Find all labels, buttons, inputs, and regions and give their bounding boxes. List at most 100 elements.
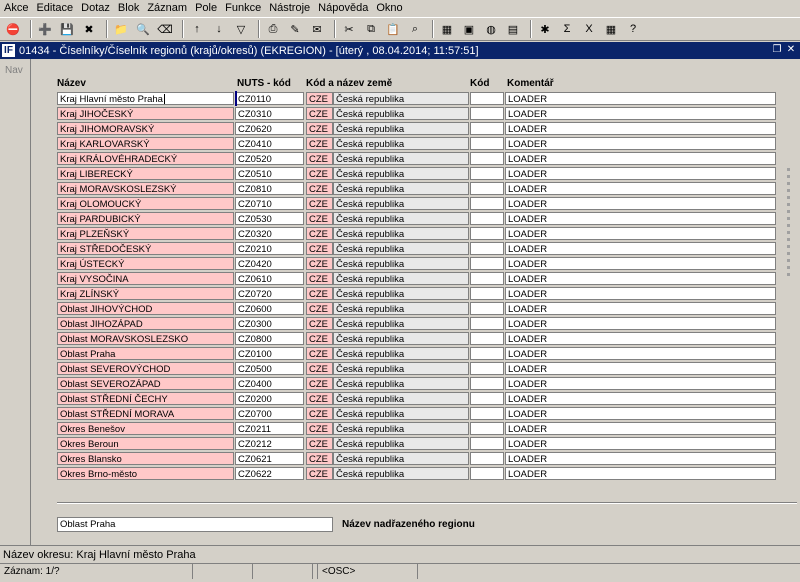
nuts-code-field[interactable]: CZ0621 [235, 452, 304, 465]
name-field[interactable]: Oblast SEVEROVÝCHOD [57, 362, 234, 375]
exit-icon[interactable]: ⛔ [4, 20, 22, 38]
name-field[interactable]: Oblast JIHOVÝCHOD [57, 302, 234, 315]
image-icon[interactable]: ▣ [460, 20, 478, 38]
name-field[interactable]: Kraj PARDUBICKÝ [57, 212, 234, 225]
cut-icon[interactable]: ✂ [340, 20, 358, 38]
code-field[interactable] [470, 257, 504, 270]
nuts-code-field[interactable]: CZ0600 [235, 302, 304, 315]
close-icon[interactable]: ✕ [785, 44, 797, 56]
country-code-field[interactable]: CZE [306, 152, 333, 165]
country-name-field[interactable]: Česká republika [333, 302, 469, 315]
menu-item[interactable]: Nástroje [265, 0, 314, 16]
edit-icon[interactable]: ✎ [286, 20, 304, 38]
comment-field[interactable]: LOADER [505, 167, 776, 180]
nuts-code-field[interactable]: CZ0310 [235, 107, 304, 120]
comment-field[interactable]: LOADER [505, 392, 776, 405]
country-name-field[interactable]: Česká republika [333, 92, 469, 105]
name-field[interactable]: Oblast SEVEROZÁPAD [57, 377, 234, 390]
code-field[interactable] [470, 242, 504, 255]
country-name-field[interactable]: Česká republika [333, 437, 469, 450]
clear-icon[interactable]: ⌫ [156, 20, 174, 38]
comment-field[interactable]: LOADER [505, 407, 776, 420]
country-code-field[interactable]: CZE [306, 257, 333, 270]
country-name-field[interactable]: Česká republika [333, 317, 469, 330]
comment-field[interactable]: LOADER [505, 272, 776, 285]
country-code-field[interactable]: CZE [306, 437, 333, 450]
code-field[interactable] [470, 137, 504, 150]
nuts-code-field[interactable]: CZ0510 [235, 167, 304, 180]
country-code-field[interactable]: CZE [306, 212, 333, 225]
code-field[interactable] [470, 452, 504, 465]
comment-field[interactable]: LOADER [505, 332, 776, 345]
country-name-field[interactable]: Česká republika [333, 122, 469, 135]
comment-field[interactable]: LOADER [505, 92, 776, 105]
comment-field[interactable]: LOADER [505, 467, 776, 480]
name-field[interactable]: Kraj Hlavní město Praha [57, 92, 234, 105]
mail-icon[interactable]: ✉ [308, 20, 326, 38]
country-code-field[interactable]: CZE [306, 407, 333, 420]
country-name-field[interactable]: Česká republika [333, 407, 469, 420]
country-name-field[interactable]: Česká republika [333, 227, 469, 240]
country-name-field[interactable]: Česká republika [333, 452, 469, 465]
code-field[interactable] [470, 92, 504, 105]
sort-asc-icon[interactable]: ↑ [188, 20, 206, 38]
comment-field[interactable]: LOADER [505, 212, 776, 225]
code-field[interactable] [470, 287, 504, 300]
name-field[interactable]: Okres Beroun [57, 437, 234, 450]
country-code-field[interactable]: CZE [306, 242, 333, 255]
country-code-field[interactable]: CZE [306, 317, 333, 330]
comment-field[interactable]: LOADER [505, 302, 776, 315]
folder-icon[interactable]: 📁 [112, 20, 130, 38]
country-code-field[interactable]: CZE [306, 302, 333, 315]
country-code-field[interactable]: CZE [306, 452, 333, 465]
country-name-field[interactable]: Česká republika [333, 167, 469, 180]
comment-field[interactable]: LOADER [505, 137, 776, 150]
name-field[interactable]: Kraj JIHOČESKÝ [57, 107, 234, 120]
name-field[interactable]: Oblast MORAVSKOSLEZSKO [57, 332, 234, 345]
nuts-code-field[interactable]: CZ0100 [235, 347, 304, 360]
code-field[interactable] [470, 317, 504, 330]
country-code-field[interactable]: CZE [306, 107, 333, 120]
nuts-code-field[interactable]: CZ0810 [235, 182, 304, 195]
code-field[interactable] [470, 122, 504, 135]
code-field[interactable] [470, 182, 504, 195]
code-field[interactable] [470, 392, 504, 405]
name-field[interactable]: Kraj MORAVSKOSLEZSKÝ [57, 182, 234, 195]
country-code-field[interactable]: CZE [306, 422, 333, 435]
sort-desc-icon[interactable]: ↓ [210, 20, 228, 38]
nav-label[interactable]: Nav [5, 65, 23, 76]
menu-item[interactable]: Záznam [143, 0, 191, 16]
menu-item[interactable]: Akce [0, 0, 32, 16]
name-field[interactable]: Oblast Praha [57, 347, 234, 360]
comment-field[interactable]: LOADER [505, 317, 776, 330]
name-field[interactable]: Kraj OLOMOUCKÝ [57, 197, 234, 210]
comment-field[interactable]: LOADER [505, 122, 776, 135]
country-name-field[interactable]: Česká republika [333, 362, 469, 375]
menu-item[interactable]: Blok [114, 0, 143, 16]
nuts-code-field[interactable]: CZ0700 [235, 407, 304, 420]
nuts-code-field[interactable]: CZ0212 [235, 437, 304, 450]
comment-field[interactable]: LOADER [505, 197, 776, 210]
copy-icon[interactable]: ⧉ [362, 20, 380, 38]
name-field[interactable]: Kraj LIBERECKÝ [57, 167, 234, 180]
nuts-code-field[interactable]: CZ0200 [235, 392, 304, 405]
nuts-code-field[interactable]: CZ0400 [235, 377, 304, 390]
nuts-code-field[interactable]: CZ0720 [235, 287, 304, 300]
nuts-code-field[interactable]: CZ0520 [235, 152, 304, 165]
nuts-code-field[interactable]: CZ0610 [235, 272, 304, 285]
country-name-field[interactable]: Česká republika [333, 422, 469, 435]
nuts-code-field[interactable]: CZ0530 [235, 212, 304, 225]
nuts-code-field[interactable]: CZ0500 [235, 362, 304, 375]
nuts-code-field[interactable]: CZ0710 [235, 197, 304, 210]
name-field[interactable]: Kraj VYSOČINA [57, 272, 234, 285]
comment-field[interactable]: LOADER [505, 377, 776, 390]
nuts-code-field[interactable]: CZ0620 [235, 122, 304, 135]
comment-field[interactable]: LOADER [505, 107, 776, 120]
nuts-code-field[interactable]: CZ0420 [235, 257, 304, 270]
country-code-field[interactable]: CZE [306, 362, 333, 375]
country-name-field[interactable]: Česká republika [333, 392, 469, 405]
comment-field[interactable]: LOADER [505, 347, 776, 360]
name-field[interactable]: Kraj ZLÍNSKÝ [57, 287, 234, 300]
help-icon[interactable]: ? [624, 20, 642, 38]
filter-icon[interactable]: ▽ [232, 20, 250, 38]
